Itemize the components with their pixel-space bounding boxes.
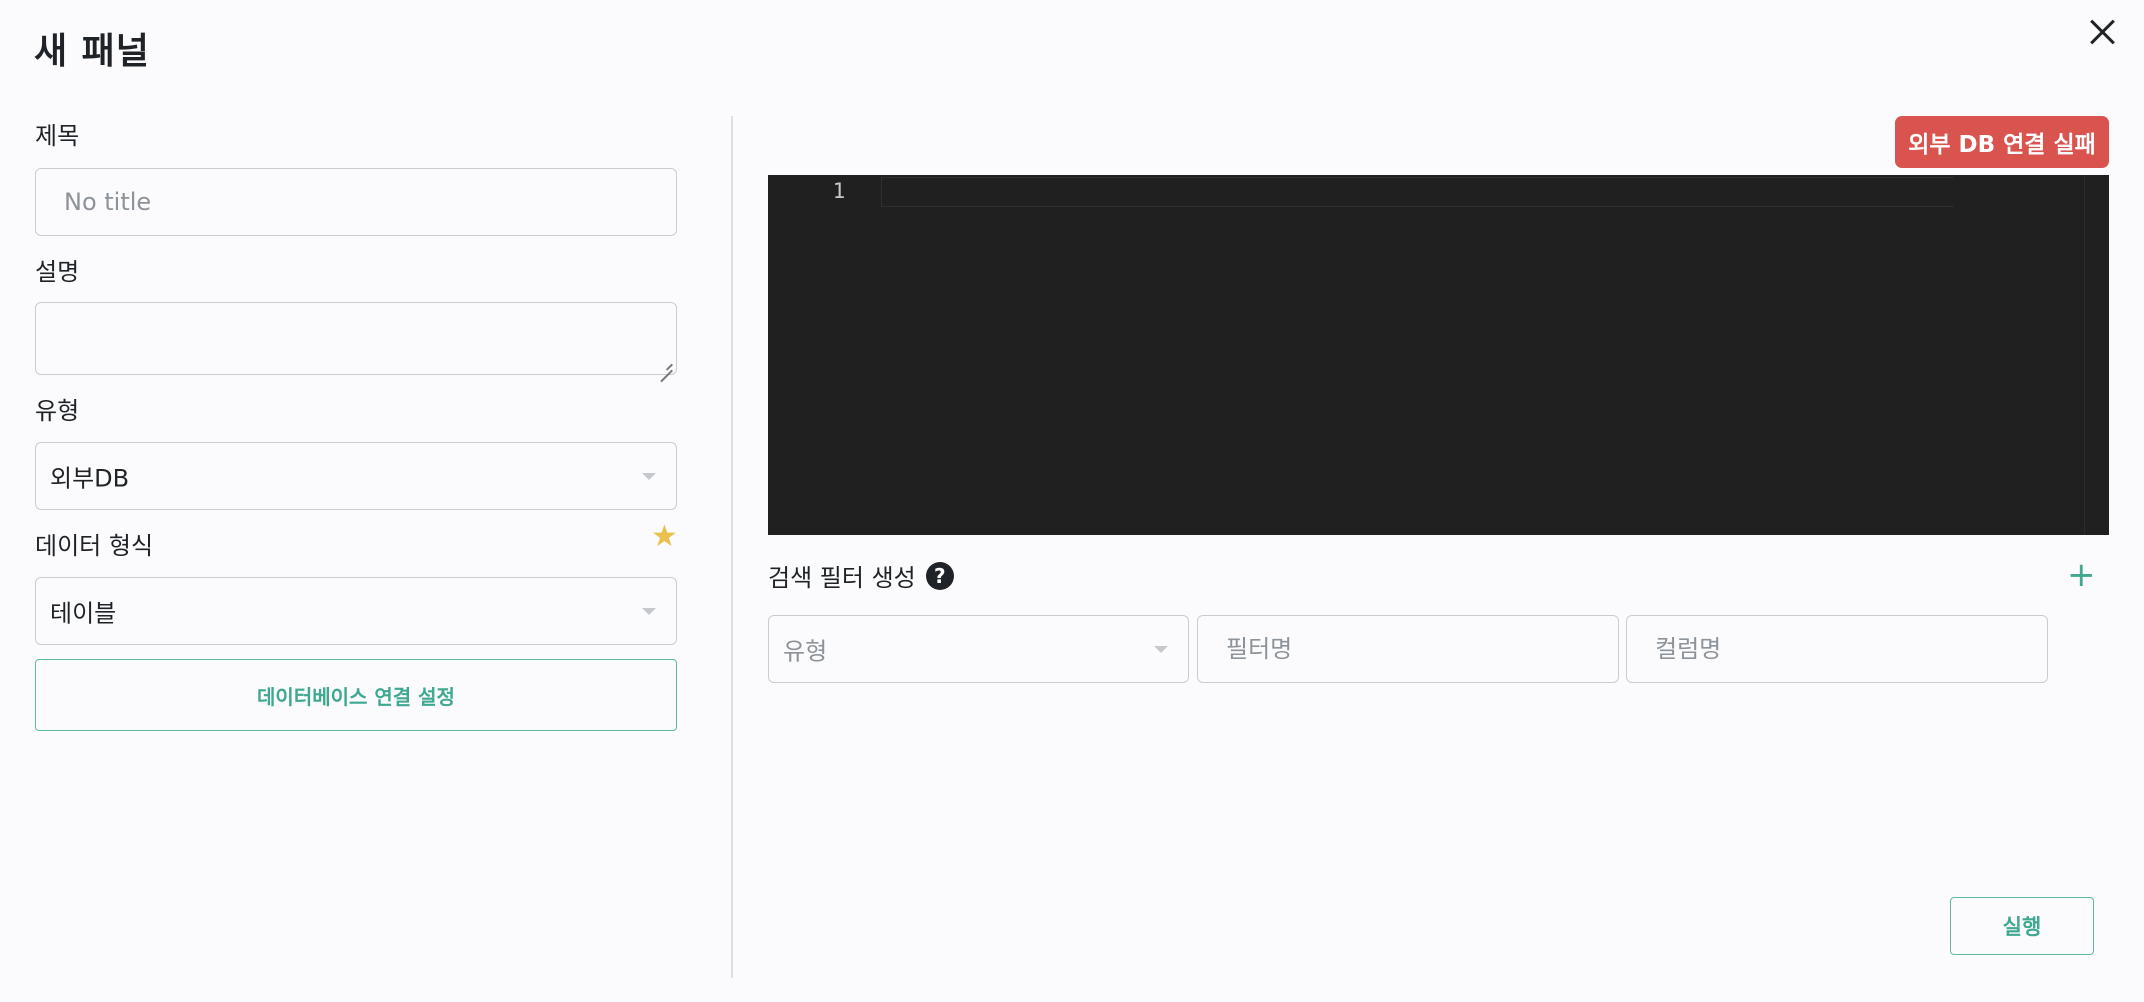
query-editor[interactable]: 1 <box>768 175 2109 535</box>
editor-scrollbar[interactable] <box>2084 175 2085 535</box>
filter-name-field[interactable] <box>1197 615 1619 683</box>
resize-grip-icon[interactable] <box>659 357 673 371</box>
format-select[interactable]: 테이블 <box>35 577 677 645</box>
close-icon[interactable] <box>2086 16 2118 48</box>
chevron-down-icon <box>642 473 656 480</box>
type-select-value: 외부DB <box>50 464 130 493</box>
active-line-highlight <box>881 177 1954 207</box>
column-name-field[interactable] <box>1626 615 2048 683</box>
filter-name-input[interactable] <box>1198 616 1618 682</box>
filter-type-select[interactable]: 유형 <box>768 615 1189 683</box>
type-select[interactable]: 외부DB <box>35 442 677 510</box>
chevron-down-icon <box>1154 646 1168 653</box>
title-label: 제목 <box>35 122 80 150</box>
chevron-down-icon <box>642 608 656 615</box>
dialog-title: 새 패널 <box>34 31 150 72</box>
run-button[interactable]: 실행 <box>1950 897 2094 955</box>
db-connection-settings-button[interactable]: 데이터베이스 연결 설정 <box>35 659 677 731</box>
title-field[interactable] <box>35 168 677 236</box>
line-number: 1 <box>832 179 846 203</box>
format-label: 데이터 형식 <box>35 532 154 560</box>
filter-section-header: 검색 필터 생성 ? <box>768 558 954 593</box>
description-textarea[interactable] <box>36 303 676 374</box>
help-icon[interactable]: ? <box>925 561 954 590</box>
type-label: 유형 <box>35 397 80 425</box>
add-filter-icon[interactable]: + <box>2067 558 2096 592</box>
description-field[interactable] <box>35 302 677 375</box>
title-input[interactable] <box>36 169 676 235</box>
column-name-input[interactable] <box>1627 616 2047 682</box>
filter-section-title: 검색 필터 생성 <box>768 564 916 592</box>
column-divider <box>731 116 733 978</box>
format-select-value: 테이블 <box>50 599 117 628</box>
connection-status-badge: 외부 DB 연결 실패 <box>1895 116 2109 168</box>
star-icon[interactable]: ★ <box>651 522 678 552</box>
description-label: 설명 <box>35 258 80 286</box>
filter-type-placeholder: 유형 <box>783 637 828 666</box>
